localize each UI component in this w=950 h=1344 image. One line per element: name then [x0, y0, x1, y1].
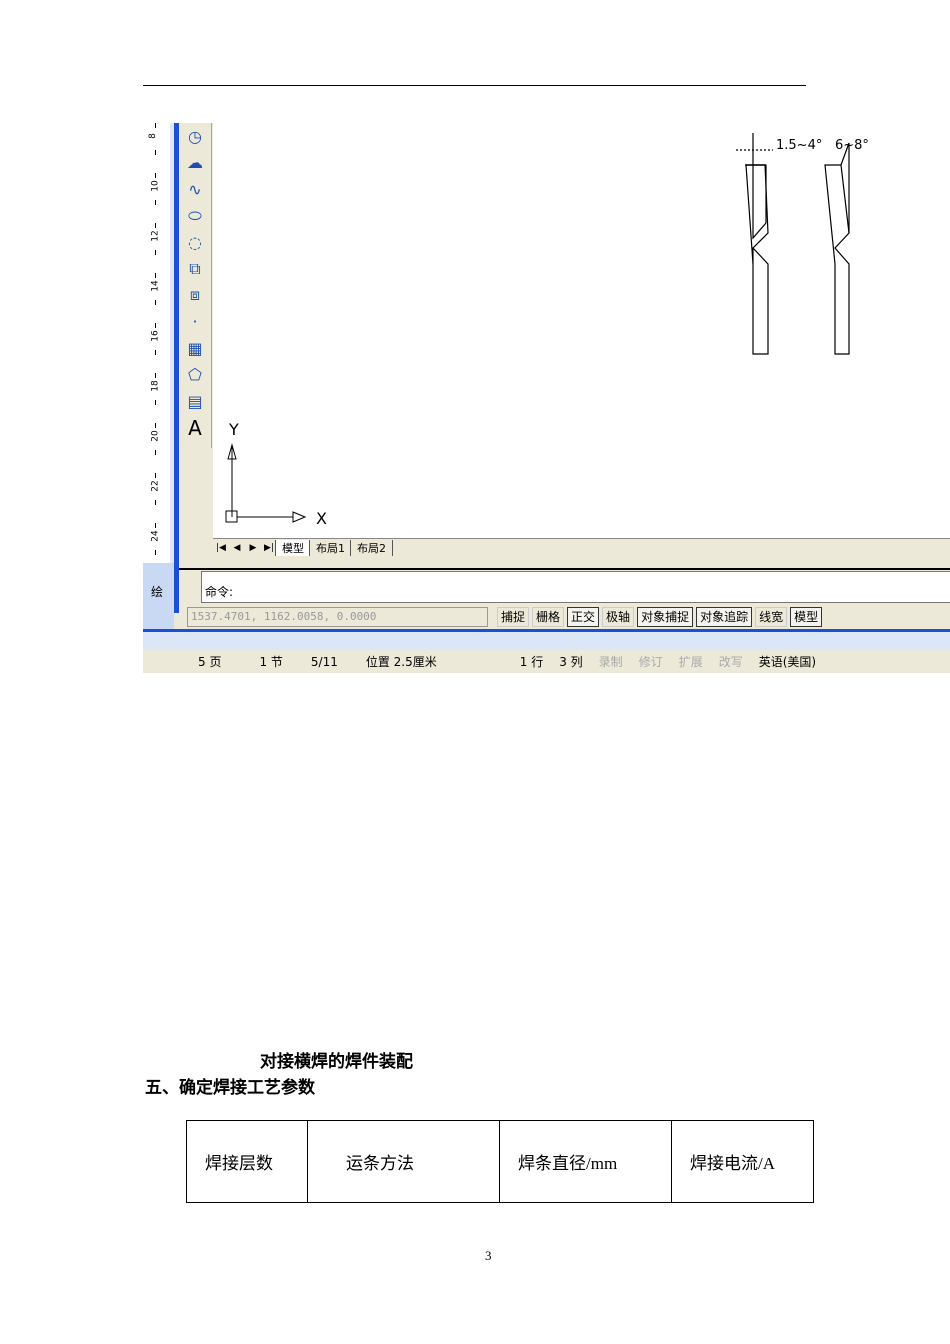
status-ext[interactable]: 扩展 — [671, 653, 711, 670]
ruler-number: 20 — [150, 430, 161, 442]
cad-status-bar: 1537.4701, 1162.0058, 0.0000 捕捉 栅格 正交 极轴 对象捕… — [179, 605, 950, 629]
header-rule — [143, 85, 806, 86]
y-axis-label: Y — [228, 420, 239, 439]
table-header-cell: 焊接层数 — [186, 1120, 308, 1203]
draw-toolbar: ◷ ☁ ∿ ⬭ ◌ ⧉ ⧈ · ▦ ⬠ ▤ A — [179, 123, 212, 448]
prev-tab-button[interactable]: ◀ — [229, 543, 245, 553]
ruler-tick — [155, 399, 156, 405]
status-col: 3 列 — [559, 655, 583, 669]
left-panel: 绘 — [143, 563, 174, 629]
ruler-tick — [155, 499, 156, 505]
tab-layout2[interactable]: 布局2 — [350, 539, 393, 557]
status-section: 1 节 — [259, 655, 283, 669]
ellipse-icon[interactable]: ⬭ — [179, 203, 211, 230]
tab-model[interactable]: 模型 — [275, 539, 311, 557]
vertical-ruler: 8 10 12 14 16 18 20 22 24 — [143, 123, 174, 563]
weld-joint-drawing — [736, 133, 850, 355]
status-rec[interactable]: 录制 — [591, 653, 631, 670]
ruler-tick — [155, 322, 156, 328]
ruler-tick — [155, 172, 156, 178]
ruler-tick — [155, 449, 156, 455]
ruler-tick — [155, 422, 156, 428]
status-ovr[interactable]: 改写 — [711, 653, 751, 670]
status-page: 5 页 — [198, 655, 222, 669]
make-block-icon[interactable]: ⧈ — [179, 282, 211, 309]
status-toggle-button[interactable]: 正交 — [567, 607, 600, 627]
status-language[interactable]: 英语(美国) — [751, 653, 824, 670]
ruler-number: 24 — [150, 530, 161, 542]
ruler-tick — [155, 372, 156, 378]
word-status-bar: 5 页 1 节 5/11 位置 2.5厘米 1 行 3 列 录制 修订 扩展 改… — [143, 650, 950, 673]
word-toolbar — [143, 629, 950, 652]
status-toggle-button[interactable]: 模型 — [790, 607, 823, 627]
region-icon[interactable]: ⬠ — [179, 362, 211, 389]
dimension-label-2: 6~8° — [835, 138, 869, 153]
cad-screenshot: 8 10 12 14 16 18 20 22 24 ◷ ☁ ∿ ⬭ ◌ ⧉ ⧈ · ▦ ⬠ ▤ A 1.5~4° 6~… — [143, 123, 950, 673]
left-panel-label: 绘 — [151, 585, 164, 599]
ruler-tick — [155, 199, 156, 205]
hatch-icon[interactable]: ▦ — [179, 335, 211, 362]
ruler-number: 16 — [150, 330, 161, 342]
drawing-area[interactable]: 1.5~4° 6~8° Y X — [213, 123, 950, 538]
ruler-tick — [155, 272, 156, 278]
ruler-tick — [155, 522, 156, 528]
ellipse-arc-icon[interactable]: ◌ — [179, 229, 211, 256]
status-toggle-button[interactable]: 捕捉 — [497, 607, 530, 627]
drawing-canvas: 1.5~4° 6~8° Y X — [225, 133, 869, 528]
next-tab-button[interactable]: ▶ — [245, 543, 261, 553]
first-tab-button[interactable]: |◀ — [213, 543, 229, 553]
ruler-tick — [155, 472, 156, 478]
ruler-tick — [155, 123, 156, 128]
table-header-cell: 焊接电流/A — [671, 1120, 814, 1203]
status-toggle-button[interactable]: 栅格 — [532, 607, 565, 627]
status-position: 位置 2.5厘米 — [365, 655, 437, 669]
page-number: 3 — [485, 1248, 492, 1263]
table-row: 焊接层数 运条方法 焊条直径/mm 焊接电流/A — [186, 1120, 814, 1203]
multiline-text-icon[interactable]: A — [179, 415, 211, 442]
status-toggle-button[interactable]: 对象捕捉 — [637, 607, 694, 627]
x-axis-label: X — [316, 509, 327, 528]
dimension-label-1: 1.5~4° — [776, 138, 822, 153]
status-toggle-button[interactable]: 极轴 — [602, 607, 635, 627]
ruler-tick — [155, 299, 156, 305]
status-toggle-button[interactable]: 对象追踪 — [696, 607, 753, 627]
section-heading: 五、确定焊接工艺参数 — [145, 1078, 315, 1098]
ruler-tick — [155, 549, 156, 555]
revision-cloud-icon[interactable]: ☁ — [179, 150, 211, 177]
spline-icon[interactable]: ∿ — [179, 176, 211, 203]
ruler-number: 18 — [150, 380, 161, 392]
tab-layout1[interactable]: 布局1 — [309, 539, 352, 557]
document-page: 8 10 12 14 16 18 20 22 24 ◷ ☁ ∿ ⬭ ◌ ⧉ ⧈ · ▦ ⬠ ▤ A 1.5~4° 6~… — [0, 0, 950, 1344]
status-toggle-button[interactable]: 线宽 — [755, 607, 788, 627]
ruler-number: 10 — [150, 180, 161, 192]
figure-caption: 对接横焊的焊件装配 — [260, 1052, 413, 1072]
table-icon[interactable]: ▤ — [179, 388, 211, 415]
ruler-number: 22 — [150, 480, 161, 492]
table-header-cell: 运条方法 — [307, 1120, 500, 1203]
ruler-number: 14 — [150, 280, 161, 292]
ruler-tick — [155, 149, 156, 155]
status-trk[interactable]: 修订 — [631, 653, 671, 670]
ucs-icon — [225, 443, 307, 523]
ruler-number: 8 — [147, 133, 158, 139]
layout-tabs: |◀ ◀ ▶ ▶| 模型 布局1 布局2 — [213, 538, 950, 557]
status-pages: 5/11 — [310, 654, 338, 669]
status-line: 1 行 — [519, 655, 544, 669]
ruler-tick — [155, 222, 156, 228]
parameter-table: 焊接层数 运条方法 焊条直径/mm 焊接电流/A — [186, 1120, 814, 1203]
point-icon[interactable]: · — [179, 309, 211, 336]
ruler-number: 12 — [150, 230, 161, 242]
arc-icon[interactable]: ◷ — [179, 123, 211, 150]
coordinate-readout: 1537.4701, 1162.0058, 0.0000 — [187, 607, 488, 627]
command-line[interactable]: 命令: — [201, 571, 950, 603]
insert-block-icon[interactable]: ⧉ — [179, 256, 211, 283]
table-header-cell: 焊条直径/mm — [499, 1120, 672, 1203]
ruler-tick — [155, 249, 156, 255]
command-separator — [179, 556, 950, 570]
command-prompt: 命令: — [205, 585, 234, 599]
ruler-tick — [155, 349, 156, 355]
